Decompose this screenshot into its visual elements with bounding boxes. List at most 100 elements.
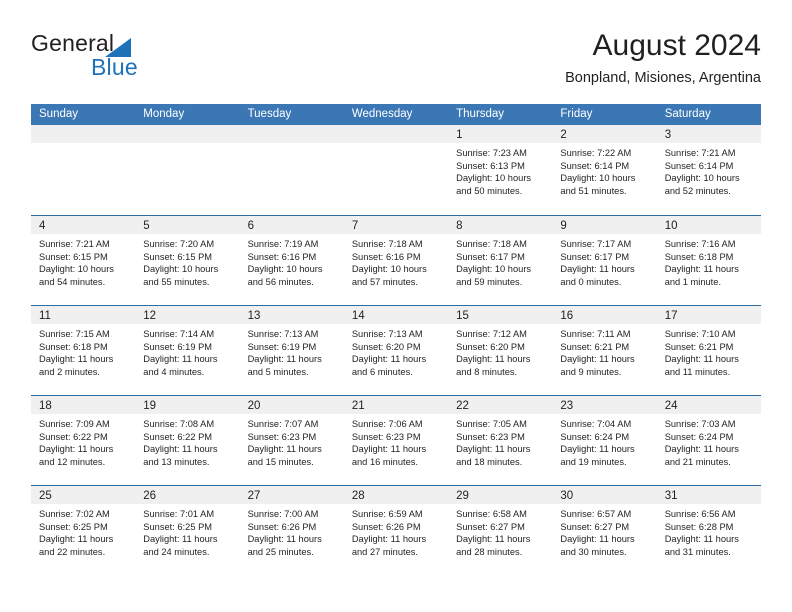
- day-number: 29: [456, 490, 469, 502]
- day-detail-line: Sunset: 6:23 PM: [247, 431, 317, 442]
- day-detail-line: Sunrise: 7:18 AM: [456, 239, 527, 249]
- day-number-band: 19: [135, 396, 240, 414]
- calendar-day-cell[interactable]: 16 Sunrise: 7:11 AM Sunset: 6:21 PM Dayligh…: [552, 306, 657, 395]
- day-detail-line: Daylight: 10 hours: [560, 173, 636, 184]
- day-detail-line: Sunset: 6:19 PM: [247, 341, 317, 352]
- day-detail-line: Sunset: 6:17 PM: [456, 251, 525, 262]
- calendar-day-cell[interactable]: 6 Sunrise: 7:19 AM Sunset: 6:16 PM Daylight…: [239, 216, 344, 305]
- calendar-day-cell[interactable]: 15 Sunrise: 7:12 AM Sunset: 6:20 PM Dayligh…: [448, 306, 553, 395]
- day-number-band: 27: [239, 486, 344, 504]
- day-number-band: 25: [31, 486, 136, 504]
- day-detail-line: Sunset: 6:20 PM: [351, 341, 421, 352]
- calendar-day-cell[interactable]: 22 Sunrise: 7:05 AM Sunset: 6:23 PM Dayligh…: [448, 396, 553, 485]
- calendar-day-cell[interactable]: 3 Sunrise: 7:21 AM Sunset: 6:14 PM Daylight…: [656, 125, 761, 215]
- day-detail-line: Daylight: 11 hours: [143, 354, 218, 365]
- day-detail-line: Sunrise: 7:01 AM: [143, 509, 215, 519]
- day-number: 9: [560, 220, 567, 232]
- day-number: 18: [39, 400, 52, 412]
- day-number-band: 23: [552, 396, 657, 414]
- calendar-day-cell[interactable]: 21 Sunrise: 7:06 AM Sunset: 6:23 PM Dayligh…: [343, 396, 449, 485]
- day-number-band: 17: [656, 306, 761, 324]
- day-number-band: 28: [343, 486, 449, 504]
- day-detail-line: Sunset: 6:17 PM: [560, 251, 630, 262]
- calendar-day-cell[interactable]: 27 Sunrise: 7:00 AM Sunset: 6:26 PM Dayligh…: [239, 486, 344, 575]
- day-number-band: [343, 125, 449, 143]
- day-detail-line: and 27 minutes.: [351, 546, 418, 557]
- calendar-day-cell[interactable]: 24 Sunrise: 7:03 AM Sunset: 6:24 PM Dayligh…: [656, 396, 761, 485]
- calendar-day-cell[interactable]: 18 Sunrise: 7:09 AM Sunset: 6:22 PM Dayligh…: [31, 396, 136, 485]
- day-number: 2: [560, 129, 567, 141]
- day-details: Sunrise: 7:18 AM Sunset: 6:16 PM Daylight:…: [344, 234, 448, 288]
- day-detail-line: Sunrise: 7:03 AM: [664, 419, 736, 429]
- general-blue-logo[interactable]: General Blue: [31, 30, 261, 86]
- day-detail-line: Sunset: 6:28 PM: [664, 521, 734, 532]
- day-details: Sunrise: 7:04 AM Sunset: 6:24 PM Daylight:…: [552, 414, 656, 468]
- day-detail-line: and 9 minutes.: [560, 366, 622, 377]
- day-detail-line: Daylight: 11 hours: [39, 534, 114, 545]
- calendar-day-cell[interactable]: 11 Sunrise: 7:15 AM Sunset: 6:18 PM Dayligh…: [31, 306, 136, 395]
- calendar-day-cell[interactable]: 28 Sunrise: 6:59 AM Sunset: 6:26 PM Dayligh…: [343, 486, 449, 575]
- day-details: Sunrise: 7:14 AM Sunset: 6:19 PM Daylight:…: [135, 324, 239, 378]
- calendar-day-cell[interactable]: 14 Sunrise: 7:13 AM Sunset: 6:20 PM Dayligh…: [343, 306, 449, 395]
- day-number-band: 3: [656, 125, 761, 143]
- calendar-day-cell[interactable]: 17 Sunrise: 7:10 AM Sunset: 6:21 PM Dayligh…: [656, 306, 761, 395]
- calendar-day-cell[interactable]: 7 Sunrise: 7:18 AM Sunset: 6:16 PM Daylight…: [343, 216, 449, 305]
- day-detail-line: and 0 minutes.: [560, 276, 622, 287]
- day-details: Sunrise: 6:58 AM Sunset: 6:27 PM Daylight:…: [448, 504, 552, 558]
- day-details: Sunrise: 7:08 AM Sunset: 6:22 PM Daylight:…: [135, 414, 239, 468]
- day-number: 15: [456, 310, 469, 322]
- weekday-header-tuesday: Tuesday: [247, 108, 292, 120]
- calendar-day-cell[interactable]: 20 Sunrise: 7:07 AM Sunset: 6:23 PM Dayligh…: [239, 396, 344, 485]
- calendar-day-cell[interactable]: 30 Sunrise: 6:57 AM Sunset: 6:27 PM Dayligh…: [552, 486, 657, 575]
- day-number-band: 31: [656, 486, 761, 504]
- day-details: Sunrise: 7:06 AM Sunset: 6:23 PM Daylight:…: [344, 414, 448, 468]
- calendar-day-cell[interactable]: 23 Sunrise: 7:04 AM Sunset: 6:24 PM Dayligh…: [552, 396, 657, 485]
- day-details: Sunrise: 7:05 AM Sunset: 6:23 PM Daylight:…: [448, 414, 552, 468]
- day-detail-line: Sunrise: 7:17 AM: [560, 239, 632, 249]
- calendar-day-cell[interactable]: 12 Sunrise: 7:14 AM Sunset: 6:19 PM Dayligh…: [135, 306, 240, 395]
- calendar-day-cell[interactable]: 8 Sunrise: 7:18 AM Sunset: 6:17 PM Daylight…: [448, 216, 553, 305]
- day-detail-line: Daylight: 11 hours: [664, 444, 739, 455]
- calendar-day-cell[interactable]: 1 Sunrise: 7:23 AM Sunset: 6:13 PM Daylight…: [448, 125, 553, 215]
- calendar-day-cell[interactable]: 5 Sunrise: 7:20 AM Sunset: 6:15 PM Daylight…: [135, 216, 240, 305]
- day-detail-line: and 55 minutes.: [143, 276, 210, 287]
- day-details: Sunrise: 6:59 AM Sunset: 6:26 PM Daylight:…: [344, 504, 448, 558]
- day-detail-line: Sunset: 6:15 PM: [143, 251, 213, 262]
- calendar-day-cell[interactable]: 31 Sunrise: 6:56 AM Sunset: 6:28 PM Dayligh…: [656, 486, 761, 575]
- calendar-day-cell[interactable]: 26 Sunrise: 7:01 AM Sunset: 6:25 PM Dayligh…: [135, 486, 240, 575]
- calendar-day-cell[interactable]: 13 Sunrise: 7:13 AM Sunset: 6:19 PM Dayligh…: [239, 306, 344, 395]
- calendar-day-cell[interactable]: 2 Sunrise: 7:22 AM Sunset: 6:14 PM Daylight…: [552, 125, 657, 215]
- weekday-header-wednesday: Wednesday: [351, 108, 413, 120]
- day-detail-line: Sunrise: 6:56 AM: [664, 509, 736, 519]
- calendar-day-cell[interactable]: 19 Sunrise: 7:08 AM Sunset: 6:22 PM Dayligh…: [135, 396, 240, 485]
- calendar-day-cell[interactable]: 25 Sunrise: 7:02 AM Sunset: 6:25 PM Dayligh…: [31, 486, 136, 575]
- day-detail-line: Sunrise: 7:22 AM: [560, 148, 632, 158]
- day-number: 27: [247, 490, 261, 502]
- day-number: 12: [143, 310, 157, 322]
- day-detail-line: Sunrise: 7:13 AM: [247, 329, 319, 339]
- day-detail-line: Sunset: 6:27 PM: [456, 521, 525, 532]
- day-number-band: [135, 125, 240, 143]
- day-number-band: 15: [448, 306, 553, 324]
- day-number: 19: [143, 400, 157, 412]
- calendar-day-cell[interactable]: 29 Sunrise: 6:58 AM Sunset: 6:27 PM Dayligh…: [448, 486, 553, 575]
- day-detail-line: Sunrise: 7:21 AM: [39, 239, 110, 249]
- day-number: 16: [560, 310, 574, 322]
- day-number: 24: [664, 400, 678, 412]
- day-detail-line: Daylight: 11 hours: [39, 444, 114, 455]
- calendar-day-cell[interactable]: 10 Sunrise: 7:16 AM Sunset: 6:18 PM Dayligh…: [656, 216, 761, 305]
- day-detail-line: and 8 minutes.: [456, 366, 518, 377]
- calendar-empty-cell: [239, 125, 344, 215]
- calendar-day-cell[interactable]: 4 Sunrise: 7:21 AM Sunset: 6:15 PM Daylight…: [31, 216, 136, 305]
- day-detail-line: Sunrise: 7:20 AM: [143, 239, 215, 249]
- day-details: Sunrise: 7:10 AM Sunset: 6:21 PM Daylight:…: [657, 324, 761, 378]
- day-number-band: 26: [135, 486, 240, 504]
- day-number-band: 7: [343, 216, 449, 234]
- day-detail-line: Daylight: 10 hours: [351, 264, 427, 275]
- day-details: Sunrise: 7:03 AM Sunset: 6:24 PM Daylight:…: [657, 414, 761, 468]
- day-detail-line: Sunrise: 7:18 AM: [351, 239, 423, 249]
- day-number-band: 1: [448, 125, 553, 143]
- day-detail-line: Daylight: 11 hours: [143, 534, 218, 545]
- day-number: 26: [143, 490, 157, 502]
- calendar-day-cell[interactable]: 9 Sunrise: 7:17 AM Sunset: 6:17 PM Daylight…: [552, 216, 657, 305]
